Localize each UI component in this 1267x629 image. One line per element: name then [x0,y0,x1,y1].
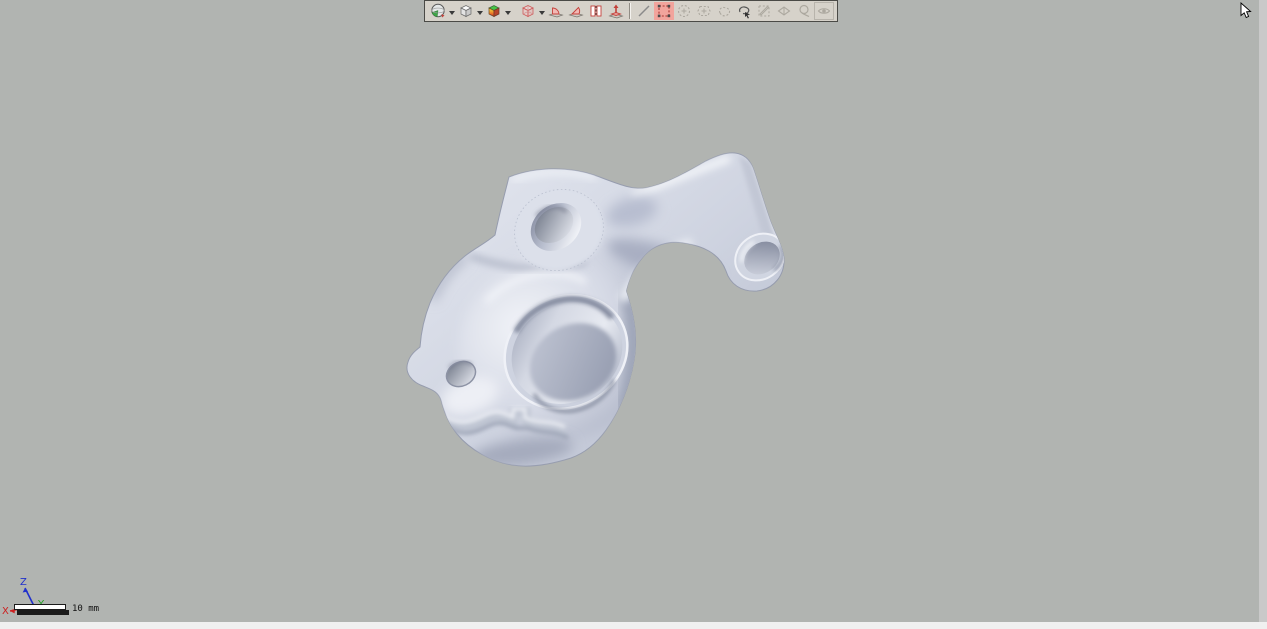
select-lasso-button[interactable] [734,2,754,20]
brush-select-icon [756,3,772,19]
section-extract-icon [608,3,624,19]
transparent-mode-button[interactable] [518,2,538,20]
section-extract-button[interactable] [606,2,626,20]
select-polygon-button[interactable] [694,2,714,20]
scale-label: 10 mm [72,604,99,614]
eye-icon [816,3,832,19]
select-freehand-button[interactable] [714,2,734,20]
view-sphere-icon [430,3,446,19]
viewport-3d[interactable]: Z X Y 10 mm [0,0,1259,622]
color-analysis-button[interactable] [484,2,504,20]
line-icon [636,3,652,19]
select-circle-button[interactable] [674,2,694,20]
scale-bar-shadow [17,610,69,615]
toolbar-separator [629,3,631,19]
shaded-cube-icon [458,3,474,19]
select-rectangle-button[interactable] [654,2,674,20]
viewer-toolbar [424,0,838,22]
view-orientation-button[interactable] [428,2,448,20]
circle-select-icon [676,3,692,19]
section-plane-a-icon [548,3,564,19]
polygon-select-icon [696,3,712,19]
section-plane-b-button[interactable] [566,2,586,20]
colormap-cube-icon [486,3,502,19]
section-slab-icon [588,3,604,19]
loop-select-icon [796,3,812,19]
shading-mode-dropdown[interactable] [476,2,484,20]
select-fence-button[interactable] [774,2,794,20]
toggle-visibility-button[interactable] [814,2,834,20]
chevron-down-icon [449,11,455,15]
select-loop-button[interactable] [794,2,814,20]
section-slab-button[interactable] [586,2,606,20]
measure-line-button[interactable] [634,2,654,20]
scale-indicator: 10 mm [14,603,214,619]
model-bracket[interactable] [0,0,1267,629]
window-right-margin [1259,0,1267,622]
rectangle-select-icon [656,3,672,19]
view-orientation-dropdown[interactable] [448,2,456,20]
chevron-down-icon [505,11,511,15]
mouse-cursor [1240,2,1252,19]
color-analysis-dropdown[interactable] [504,2,512,20]
section-plane-a-button[interactable] [546,2,566,20]
fence-select-icon [776,3,792,19]
shading-mode-button[interactable] [456,2,476,20]
x-axis-label: X [2,606,9,617]
transparent-mode-dropdown[interactable] [538,2,546,20]
transparent-cube-icon [520,3,536,19]
lasso-cursor-icon [736,3,752,19]
window-bottom-margin [0,622,1267,629]
select-brush-button[interactable] [754,2,774,20]
freehand-select-icon [716,3,732,19]
chevron-down-icon [477,11,483,15]
section-plane-b-icon [568,3,584,19]
chevron-down-icon [539,11,545,15]
z-axis-label: Z [20,577,27,588]
